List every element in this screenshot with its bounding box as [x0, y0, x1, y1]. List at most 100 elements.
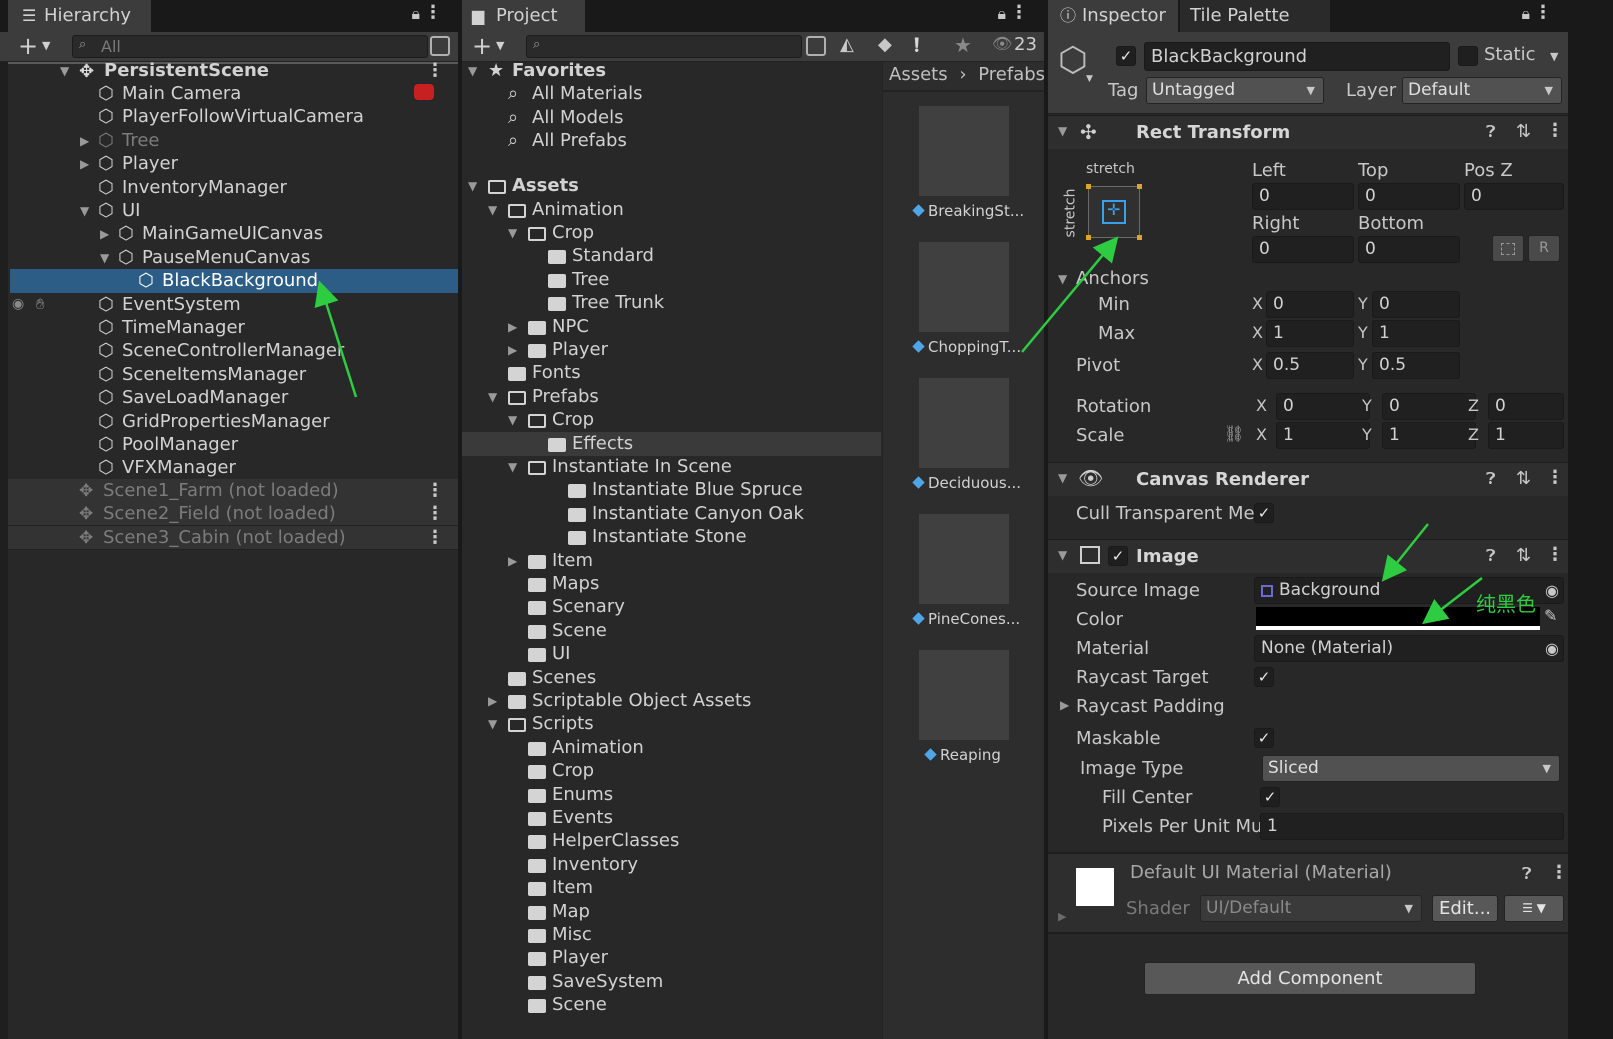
project-tree-item[interactable]: Scene: [462, 993, 881, 1017]
pick-icon[interactable]: ✋︎: [36, 295, 45, 313]
pivot-x-field[interactable]: 0.5: [1266, 352, 1354, 379]
project-tree-item[interactable]: Events: [462, 806, 881, 830]
panel-menu-icon[interactable]: ⋮: [1010, 2, 1028, 23]
unloaded-scene-row[interactable]: ✥ Scene1_Farm (not loaded) ⋮: [8, 479, 458, 503]
project-tree-item[interactable]: Effects: [462, 431, 881, 456]
project-tree-item[interactable]: ▼ ★ Favorites: [462, 59, 881, 83]
project-tree-item[interactable]: Tree Trunk: [462, 291, 881, 315]
panel-menu-icon[interactable]: ⋮: [1534, 2, 1552, 23]
anchor-min-y-field[interactable]: 0: [1372, 291, 1460, 318]
chevron-down-icon[interactable]: ▼: [508, 221, 517, 245]
shader-options-button[interactable]: ☰ ▼: [1504, 895, 1564, 922]
hierarchy-item[interactable]: ⬡ EventSystem: [0, 293, 458, 317]
component-menu-icon[interactable]: ⋮: [1546, 544, 1564, 565]
component-menu-icon[interactable]: ⋮: [1546, 120, 1564, 141]
active-checkbox[interactable]: ✓: [1116, 46, 1136, 66]
chevron-down-icon[interactable]: ▼: [496, 39, 504, 52]
project-tree-item[interactable]: Item: [462, 876, 881, 900]
label-icon[interactable]: ◆: [878, 34, 892, 55]
chevron-down-icon[interactable]: ▼: [488, 385, 497, 409]
tab-project[interactable]: ▆ Project: [462, 0, 585, 32]
unloaded-scene-row[interactable]: ✥ Scene2_Field (not loaded) ⋮: [8, 502, 458, 527]
left-field[interactable]: 0: [1252, 183, 1354, 210]
lock-icon[interactable]: 🔒︎: [997, 4, 1006, 24]
hierarchy-item[interactable]: ⬡ TimeManager: [0, 316, 458, 340]
project-tree-item[interactable]: Crop: [462, 759, 881, 783]
project-tree-item[interactable]: ▼ Animation: [462, 198, 881, 222]
chevron-right-icon[interactable]: ▶: [100, 222, 109, 246]
project-tree-item[interactable]: Scene: [462, 619, 881, 643]
help-icon[interactable]: ❓︎: [1486, 469, 1496, 489]
image-header[interactable]: ▼ ✓ Image ❓︎ ⇅ ⋮: [1048, 539, 1568, 573]
project-tree-item[interactable]: SaveSystem: [462, 970, 881, 994]
lock-icon[interactable]: 🔒︎: [1521, 4, 1530, 24]
breadcrumb-prefabs[interactable]: Prefabs: [978, 64, 1044, 85]
help-icon[interactable]: ❓︎: [1486, 122, 1496, 142]
project-tree-item[interactable]: Fonts: [462, 361, 881, 385]
hierarchy-item[interactable]: ⬡ InventoryManager: [0, 176, 458, 200]
scale-y-field[interactable]: 1: [1382, 422, 1476, 449]
image-enabled-checkbox[interactable]: ✓: [1108, 546, 1128, 566]
shader-dropdown[interactable]: UI/Default: [1200, 895, 1422, 922]
bottom-field[interactable]: 0: [1358, 236, 1460, 263]
top-field[interactable]: 0: [1358, 183, 1460, 210]
project-tree-item[interactable]: Scenes: [462, 666, 881, 690]
hidden-packages-icon[interactable]: 👁︎: [992, 34, 1012, 53]
help-icon[interactable]: ❓︎: [1522, 864, 1532, 884]
static-checkbox[interactable]: [1458, 46, 1478, 66]
rotation-z-field[interactable]: 0: [1488, 393, 1564, 420]
chevron-right-icon[interactable]: ▶: [508, 338, 517, 362]
posz-field[interactable]: 0: [1464, 183, 1564, 210]
chevron-down-icon[interactable]: ▼: [468, 174, 477, 198]
hierarchy-item[interactable]: ▼ ⬡ UI: [0, 199, 458, 223]
chevron-right-icon[interactable]: ▶: [488, 689, 497, 713]
maskable-checkbox[interactable]: ✓: [1254, 728, 1274, 748]
chevron-down-icon[interactable]: ▼: [1086, 74, 1093, 84]
unloaded-scene-row[interactable]: ✥ Scene3_Cabin (not loaded) ⋮: [8, 525, 458, 550]
project-tree-item[interactable]: ▼ Assets: [462, 174, 881, 198]
lock-icon[interactable]: 🔒︎: [411, 4, 420, 24]
asset-tile[interactable]: Reaping: [883, 650, 1044, 780]
project-tree-item[interactable]: HelperClasses: [462, 829, 881, 853]
layer-dropdown[interactable]: Default: [1402, 77, 1562, 104]
search-input[interactable]: ⌕ All: [72, 35, 428, 58]
project-tree-item[interactable]: ⌕ All Models: [462, 106, 881, 130]
scale-z-field[interactable]: 1: [1488, 422, 1564, 449]
project-tree-item[interactable]: Scenary: [462, 595, 881, 619]
asset-tile[interactable]: ChoppingT...: [883, 242, 1044, 372]
tag-dropdown[interactable]: Untagged: [1146, 77, 1324, 104]
project-tree-item[interactable]: Player: [462, 946, 881, 970]
asset-tile[interactable]: BreakingSt...: [883, 106, 1044, 236]
search-scope-icon[interactable]: [806, 36, 826, 56]
pivot-y-field[interactable]: 0.5: [1372, 352, 1460, 379]
chevron-down-icon[interactable]: ▼: [80, 199, 89, 223]
eyedropper-icon[interactable]: ✎: [1544, 606, 1557, 625]
project-tree-item[interactable]: Enums: [462, 783, 881, 807]
chevron-right-icon[interactable]: ▶: [80, 152, 89, 176]
project-tree-item[interactable]: ⌕ All Materials: [462, 82, 881, 106]
project-tree-item[interactable]: Misc: [462, 923, 881, 947]
project-tree-item[interactable]: Instantiate Blue Spruce: [462, 478, 881, 502]
ppu-field[interactable]: 1: [1260, 813, 1564, 840]
fill-center-checkbox[interactable]: ✓: [1260, 787, 1280, 807]
project-tree-item[interactable]: Instantiate Canyon Oak: [462, 502, 881, 526]
hierarchy-item[interactable]: ▶ ⬡ Player: [0, 152, 458, 176]
hierarchy-item[interactable]: ⬡ GridPropertiesManager: [0, 410, 458, 434]
project-tree-item[interactable]: Maps: [462, 572, 881, 596]
project-tree-item[interactable]: ▼ Scripts: [462, 712, 881, 736]
chevron-down-icon[interactable]: ▼: [508, 408, 517, 432]
scene-visibility-icon[interactable]: [430, 36, 450, 56]
hierarchy-item[interactable]: ▼ ⬡ PauseMenuCanvas: [0, 246, 458, 270]
right-field[interactable]: 0: [1252, 236, 1354, 263]
raycast-target-checkbox[interactable]: ✓: [1254, 667, 1274, 687]
blueprint-mode-button[interactable]: [1492, 235, 1524, 262]
chevron-down-icon[interactable]: ▼: [488, 198, 497, 222]
asset-tile[interactable]: Deciduous...: [883, 378, 1044, 508]
project-tree-item[interactable]: ▶ Player: [462, 338, 881, 362]
anchor-max-y-field[interactable]: 1: [1372, 320, 1460, 347]
scene-menu-icon[interactable]: ⋮: [426, 59, 444, 83]
chevron-right-icon[interactable]: ▶: [80, 129, 89, 153]
raw-edit-button[interactable]: R: [1528, 235, 1560, 262]
add-icon[interactable]: +: [472, 32, 492, 60]
asset-tile[interactable]: PineCones...: [883, 514, 1044, 644]
